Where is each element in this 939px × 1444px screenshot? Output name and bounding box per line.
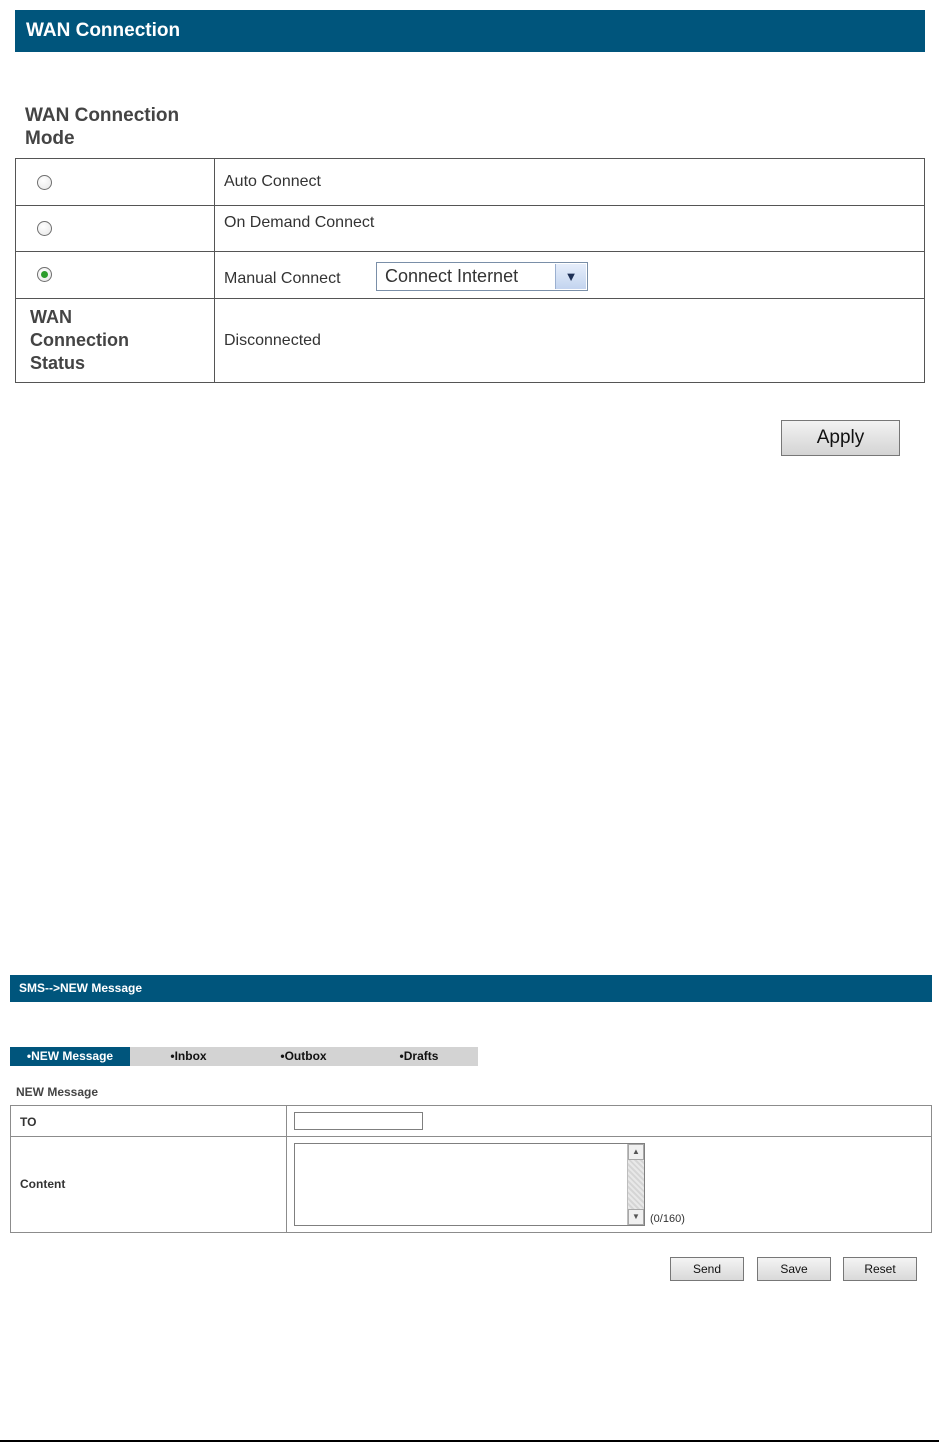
scroll-down-icon[interactable]: ▼ [628, 1209, 644, 1225]
on-demand-connect-radio[interactable] [37, 221, 52, 236]
sms-row-to: TO [11, 1106, 931, 1137]
char-count: (0/160) [650, 1213, 685, 1225]
wan-header: WAN Connection [15, 10, 925, 52]
wan-row-status: WAN Connection Status Disconnected [16, 299, 924, 382]
tab-inbox[interactable]: •Inbox [130, 1047, 247, 1066]
reset-button[interactable]: Reset [843, 1257, 917, 1281]
wan-connection-table: Auto Connect On Demand Connect Manual Co… [15, 158, 925, 383]
chevron-down-icon[interactable]: ▼ [555, 264, 586, 289]
to-label: TO [20, 1115, 37, 1129]
wan-mode-title: WAN Connection Mode [25, 104, 225, 150]
connect-action-select-value: Connect Internet [385, 266, 519, 286]
wan-mode-title-line2: Mode [25, 128, 75, 149]
content-scrollbar[interactable]: ▲ ▼ [627, 1144, 644, 1225]
wan-mode-title-line1: WAN Connection [25, 105, 180, 126]
wan-row-auto: Auto Connect [16, 159, 924, 206]
wan-status-label: WAN Connection Status [30, 307, 129, 373]
manual-connect-radio[interactable] [37, 267, 52, 282]
on-demand-connect-label: On Demand Connect [224, 214, 375, 231]
auto-connect-label: Auto Connect [224, 173, 321, 190]
tab-outbox[interactable]: •Outbox [247, 1047, 360, 1066]
apply-button[interactable]: Apply [781, 420, 900, 456]
manual-connect-label: Manual Connect [224, 270, 341, 287]
connect-action-select[interactable]: Connect Internet ▼ [376, 262, 588, 291]
auto-connect-radio[interactable] [37, 175, 52, 190]
page-divider [0, 1440, 939, 1442]
tab-new-message[interactable]: •NEW Message [10, 1047, 130, 1066]
wan-row-on-demand: On Demand Connect [16, 206, 924, 252]
to-input[interactable] [294, 1112, 423, 1130]
scroll-up-icon[interactable]: ▲ [628, 1144, 644, 1160]
sms-form-title: NEW Message [16, 1085, 99, 1099]
content-label: Content [20, 1177, 66, 1191]
save-button[interactable]: Save [757, 1257, 831, 1281]
send-button[interactable]: Send [670, 1257, 744, 1281]
tab-drafts[interactable]: •Drafts [360, 1047, 478, 1066]
wan-status-value: Disconnected [224, 332, 321, 349]
sms-header: SMS-->NEW Message [10, 975, 932, 1002]
wan-row-manual: Manual Connect Connect Internet ▼ [16, 252, 924, 299]
sms-tab-bar: •NEW Message •Inbox •Outbox •Drafts [10, 1047, 478, 1066]
content-textarea[interactable]: ▲ ▼ [294, 1143, 645, 1226]
sms-row-content: Content ▲ ▼ (0/160) [11, 1137, 931, 1232]
sms-form-table: TO Content ▲ ▼ (0/160) [10, 1105, 932, 1233]
